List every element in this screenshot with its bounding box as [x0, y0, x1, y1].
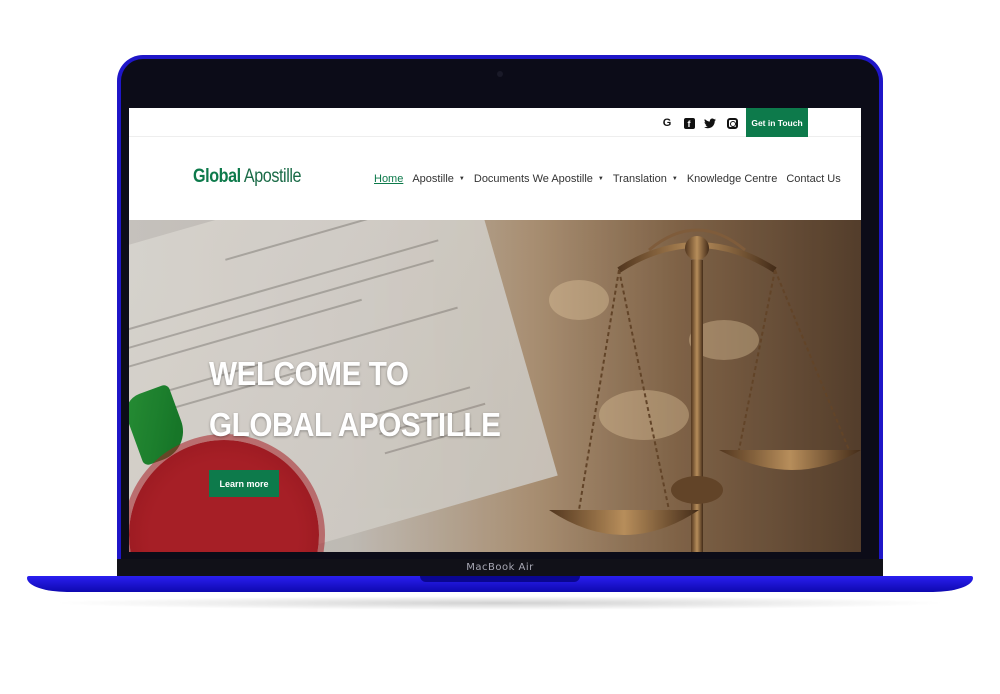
- macbook-label: MacBook Air: [117, 559, 883, 577]
- caret-down-icon: ▼: [458, 176, 465, 182]
- laptop-base-notch: [420, 576, 580, 582]
- site-logo[interactable]: Global Apostille: [193, 166, 302, 188]
- camera: [497, 71, 503, 77]
- hero-title-line-1: WELCOME TO: [209, 355, 409, 392]
- nav-label: Knowledge Centre: [686, 173, 778, 185]
- site-header: Global Apostille Home Apostille ▼ Docume…: [129, 137, 861, 220]
- nav-item-contact-us[interactable]: Contact Us: [786, 173, 840, 185]
- nav-item-documents-we-apostille[interactable]: Documents We Apostille ▼: [474, 173, 604, 185]
- learn-more-button[interactable]: Learn more: [209, 470, 279, 497]
- instagram-icon[interactable]: [725, 116, 739, 130]
- nav-item-home[interactable]: Home: [374, 173, 403, 185]
- logo-light-text: Apostille: [240, 166, 302, 187]
- google-glyph: G: [662, 117, 672, 129]
- caret-down-icon: ▼: [597, 176, 604, 182]
- hero-title: WELCOME TO GLOBAL APOSTILLE: [209, 348, 501, 450]
- get-in-touch-button[interactable]: Get in Touch: [746, 108, 808, 137]
- facebook-icon[interactable]: f: [682, 116, 696, 130]
- caret-down-icon: ▼: [671, 176, 678, 182]
- nav-label: Home: [374, 173, 404, 185]
- browser-screen: G f Get in Touch Global Apostille Home A…: [129, 108, 861, 552]
- twitter-icon[interactable]: [703, 116, 717, 130]
- top-bar: G f Get in Touch: [129, 108, 861, 137]
- nav-item-knowledge-centre[interactable]: Knowledge Centre: [687, 173, 778, 185]
- main-nav: Home Apostille ▼ Documents We Apostille …: [374, 173, 850, 185]
- laptop-shadow: [50, 596, 950, 610]
- nav-label: Translation: [612, 173, 667, 185]
- nav-item-translation[interactable]: Translation ▼: [613, 173, 678, 185]
- nav-item-apostille[interactable]: Apostille ▼: [412, 173, 465, 185]
- logo-strong-text: Global: [193, 166, 241, 187]
- nav-label: Contact Us: [786, 173, 841, 185]
- hero-banner: WELCOME TO GLOBAL APOSTILLE Learn more: [129, 220, 861, 552]
- hero-title-line-2: GLOBAL APOSTILLE: [209, 406, 501, 443]
- nav-label: Documents We Apostille: [473, 173, 593, 185]
- facebook-glyph: f: [683, 117, 695, 129]
- google-icon[interactable]: G: [660, 116, 674, 130]
- nav-label: Apostille: [412, 173, 454, 185]
